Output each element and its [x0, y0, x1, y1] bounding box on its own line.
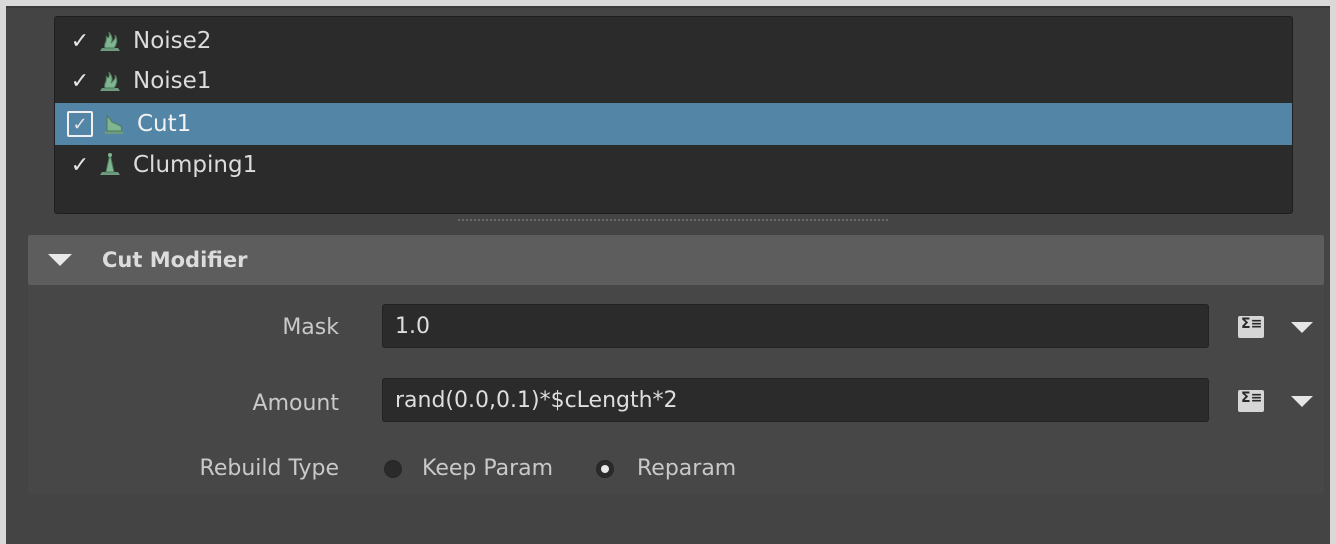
noise-icon: [95, 66, 125, 96]
modifier-layer-list[interactable]: ✓ Noise2 ✓ Noise1 ✓ Cut1 ✓ Clumping1: [54, 16, 1293, 214]
mask-value: 1.0: [395, 313, 430, 339]
checkbox-checked-icon[interactable]: ✓: [67, 111, 93, 137]
reparam-label: Reparam: [637, 456, 737, 481]
collapse-triangle-icon[interactable]: [48, 254, 72, 266]
checkmark-icon[interactable]: ✓: [65, 153, 95, 178]
mask-field[interactable]: 1.0: [382, 304, 1209, 348]
rebuild-type-label: Rebuild Type: [199, 456, 339, 481]
amount-options-dropdown-icon[interactable]: [1291, 396, 1313, 407]
keep-param-label: Keep Param: [422, 456, 554, 481]
noise-icon: [95, 26, 125, 56]
clumping-icon: [95, 150, 125, 180]
cut-modifier-section-header[interactable]: Cut Modifier: [28, 235, 1324, 285]
section-title: Cut Modifier: [102, 248, 248, 272]
amount-value: rand(0.0,0.1)*$cLength*2: [395, 387, 678, 413]
list-item-label: Clumping1: [133, 152, 258, 178]
checkmark-icon[interactable]: ✓: [65, 29, 95, 54]
panel-top-border: [6, 6, 1330, 8]
list-item-label: Noise2: [133, 28, 212, 54]
expression-editor-icon[interactable]: Σ≡: [1238, 390, 1264, 412]
list-resize-handle[interactable]: [458, 219, 888, 221]
cut-icon: [99, 109, 129, 139]
list-item-cut1[interactable]: ✓ Cut1: [55, 103, 1292, 145]
keep-param-radio[interactable]: [384, 460, 402, 478]
mask-label: Mask: [282, 315, 339, 340]
checkmark-icon[interactable]: ✓: [65, 69, 95, 94]
reparam-radio[interactable]: [596, 460, 614, 478]
list-item-clumping1[interactable]: ✓ Clumping1: [55, 145, 1292, 185]
list-item-label: Cut1: [137, 111, 192, 137]
attribute-editor-panel: ✓ Noise2 ✓ Noise1 ✓ Cut1 ✓ Clumping1 Cut…: [6, 6, 1330, 544]
amount-field[interactable]: rand(0.0,0.1)*$cLength*2: [382, 378, 1209, 422]
list-item-noise1[interactable]: ✓ Noise1: [55, 61, 1292, 101]
expression-editor-icon[interactable]: Σ≡: [1238, 316, 1264, 338]
list-item-noise2[interactable]: ✓ Noise2: [55, 21, 1292, 61]
mask-options-dropdown-icon[interactable]: [1291, 322, 1313, 333]
list-item-label: Noise1: [133, 68, 212, 94]
amount-label: Amount: [252, 391, 339, 416]
